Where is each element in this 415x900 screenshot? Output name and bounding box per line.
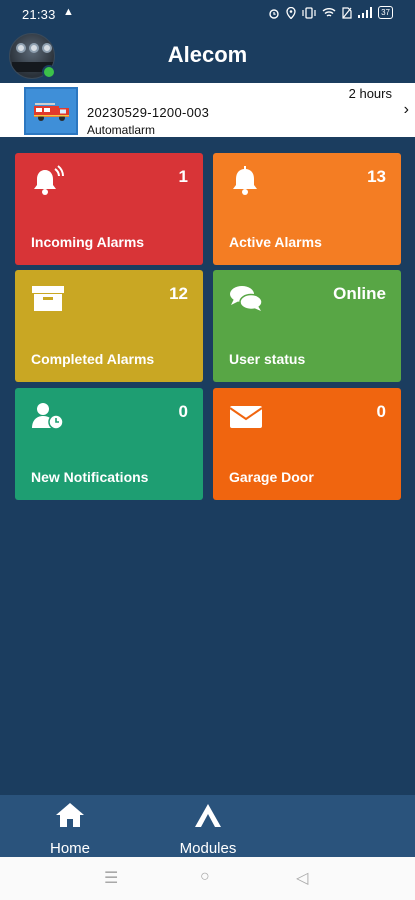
no-sim-icon <box>342 6 352 19</box>
tile-completed-alarms[interactable]: 12 Completed Alarms <box>15 270 203 382</box>
alarm-id: 20230529-1200-003 <box>87 105 210 120</box>
nav-modules-label: Modules <box>179 840 237 857</box>
tile-user-status[interactable]: Online User status <box>213 270 401 382</box>
vibrate-icon <box>302 6 316 19</box>
chat-bubbles-icon <box>230 286 263 311</box>
system-back-button[interactable]: ◁ <box>296 868 308 888</box>
system-home-button[interactable]: ○ <box>200 868 210 886</box>
envelope-icon <box>229 406 263 428</box>
tile-label: Completed Alarms <box>31 351 155 367</box>
modules-icon <box>195 804 221 827</box>
tile-garage-door[interactable]: 0 Garage Door <box>213 388 401 500</box>
location-icon <box>286 6 296 19</box>
tile-new-notifications[interactable]: 0 New Notifications <box>15 388 203 500</box>
app-title: Alecom <box>167 42 248 67</box>
nav-home[interactable]: Home <box>44 801 96 857</box>
user-clock-icon <box>32 403 64 430</box>
wifi-icon <box>322 8 336 17</box>
recents-button[interactable]: ☰ <box>104 868 118 888</box>
bottom-nav: Home Modules <box>0 795 415 857</box>
tile-label: Active Alarms <box>229 234 322 250</box>
tile-count: 12 <box>169 284 188 303</box>
status-time: 21:33 <box>22 7 56 22</box>
upload-arrow-icon: ▲ <box>63 6 74 18</box>
tile-label: User status <box>229 351 306 367</box>
alarm-thumbnail <box>24 87 78 135</box>
latest-alarm-card[interactable]: 20230529-1200-003 Automatlarm 2 hours › <box>0 83 415 137</box>
tile-incoming-alarms[interactable]: 1 Incoming Alarms <box>15 153 203 265</box>
alarm-type: Automatlarm <box>87 123 156 137</box>
app-bar: Alecom <box>0 28 415 83</box>
home-icon <box>56 803 84 827</box>
fire-truck-icon <box>34 103 69 121</box>
battery-icon: 37 <box>378 6 393 19</box>
tile-count: 0 <box>178 402 188 421</box>
tile-status-value: Online <box>333 284 386 303</box>
nav-modules[interactable]: Modules <box>172 801 244 857</box>
tile-active-alarms[interactable]: 13 Active Alarms <box>213 153 401 265</box>
system-nav-bar: ☰ ○ ◁ <box>0 857 415 900</box>
tile-label: Incoming Alarms <box>31 234 145 250</box>
bell-ringing-icon <box>34 165 64 195</box>
tile-label: Garage Door <box>229 469 314 485</box>
archive-box-icon <box>32 286 64 311</box>
tile-count: 0 <box>376 402 386 421</box>
status-bar: 21:33 ▲ 37 <box>0 0 415 28</box>
nav-home-label: Home <box>49 840 90 857</box>
tile-count: 1 <box>178 167 188 186</box>
chevron-right-icon: › <box>403 101 409 118</box>
tile-count: 13 <box>367 167 386 186</box>
alarm-clock-icon <box>269 8 279 19</box>
signal-icon <box>358 7 373 18</box>
alarm-age: 2 hours <box>348 86 392 101</box>
tile-label: New Notifications <box>31 469 149 485</box>
status-icons: 37 <box>268 6 393 19</box>
bell-icon <box>233 166 257 195</box>
